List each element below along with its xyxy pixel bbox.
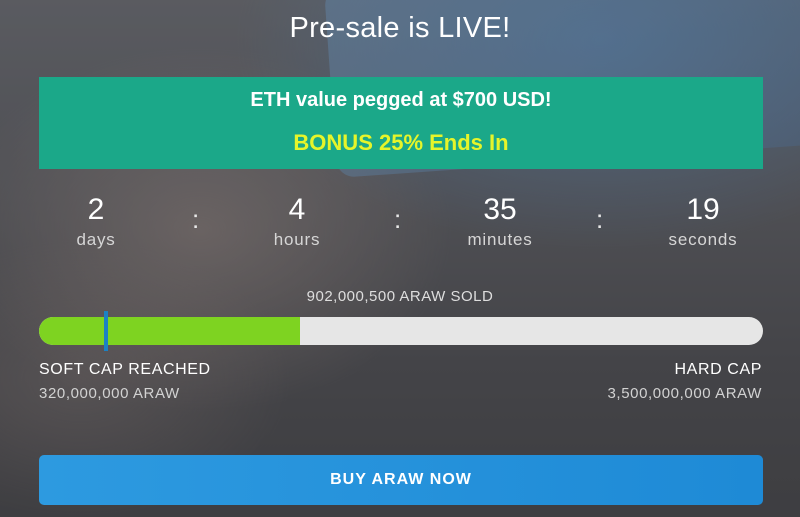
countdown-label: days — [76, 230, 116, 249]
countdown-minutes: 35 minutes — [440, 192, 560, 250]
countdown-separator: : — [596, 204, 604, 234]
soft-cap-info: SOFT CAP REACHED 320,000,000 ARAW — [39, 361, 211, 402]
sale-progress-bar — [39, 317, 763, 345]
tokens-sold-text: 902,000,500 ARAW SOLD — [306, 288, 494, 305]
countdown-hours: 4 hours — [237, 192, 357, 250]
countdown-label: minutes — [467, 230, 533, 249]
countdown-separator: : — [192, 204, 200, 234]
soft-cap-marker — [104, 311, 109, 351]
progress-fill — [39, 317, 300, 345]
soft-cap-amount: 320,000,000 ARAW — [39, 385, 180, 402]
countdown-value: 4 — [288, 193, 306, 226]
page-title: Pre-sale is LIVE! — [289, 12, 511, 44]
countdown-value: 2 — [87, 193, 105, 226]
countdown-value: 35 — [483, 193, 517, 226]
promo-banner: ETH value pegged at $700 USD! BONUS 25% … — [39, 77, 763, 169]
countdown-label: seconds — [668, 230, 738, 249]
buy-araw-button[interactable]: BUY ARAW NOW — [39, 455, 763, 505]
soft-cap-title: SOFT CAP REACHED — [39, 361, 211, 378]
countdown-timer: 2 days : 4 hours : 35 minutes : 19 secon… — [0, 192, 800, 262]
bonus-text: BONUS 25% Ends In — [293, 130, 509, 155]
countdown-value: 19 — [686, 193, 720, 226]
hard-cap-amount: 3,500,000,000 ARAW — [607, 385, 762, 402]
hard-cap-info: HARD CAP 3,500,000,000 ARAW — [607, 361, 762, 402]
countdown-label: hours — [273, 230, 321, 249]
hard-cap-title: HARD CAP — [674, 361, 762, 378]
countdown-seconds: 19 seconds — [643, 192, 763, 250]
countdown-separator: : — [394, 204, 402, 234]
countdown-days: 2 days — [36, 192, 156, 250]
eth-peg-text: ETH value pegged at $700 USD! — [250, 89, 552, 111]
